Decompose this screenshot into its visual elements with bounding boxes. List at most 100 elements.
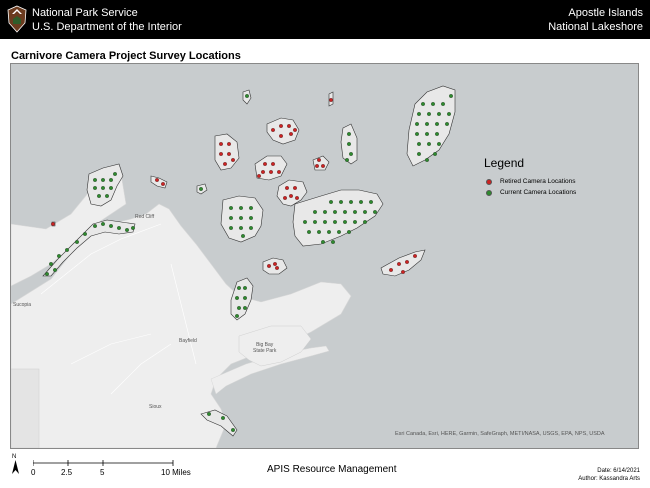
current-camera-point[interactable] [417,112,421,116]
retired-camera-point[interactable] [279,124,283,128]
retired-camera-point[interactable] [275,266,279,270]
current-camera-point[interactable] [333,210,337,214]
current-camera-point[interactable] [433,152,437,156]
map-canvas[interactable] [11,64,638,448]
retired-camera-point[interactable] [321,164,325,168]
retired-camera-point[interactable] [329,98,333,102]
current-camera-point[interactable] [435,132,439,136]
retired-camera-point[interactable] [261,170,265,174]
retired-camera-point[interactable] [277,170,281,174]
retired-camera-point[interactable] [223,162,227,166]
current-camera-point[interactable] [245,94,249,98]
current-camera-point[interactable] [353,220,357,224]
current-camera-point[interactable] [131,226,135,230]
retired-camera-point[interactable] [317,158,321,162]
current-camera-point[interactable] [323,210,327,214]
retired-camera-point[interactable] [285,186,289,190]
current-camera-point[interactable] [117,226,121,230]
current-camera-point[interactable] [347,230,351,234]
current-camera-point[interactable] [57,254,61,258]
retired-camera-point[interactable] [295,196,299,200]
current-camera-point[interactable] [237,306,241,310]
island-york[interactable] [150,175,168,189]
current-camera-point[interactable] [415,132,419,136]
current-camera-point[interactable] [445,122,449,126]
current-camera-point[interactable] [321,240,325,244]
current-camera-point[interactable] [199,187,203,191]
retired-camera-point[interactable] [263,162,267,166]
current-camera-point[interactable] [45,272,49,276]
current-camera-point[interactable] [207,412,211,416]
island-ironwood[interactable] [312,155,330,171]
retired-camera-point[interactable] [289,132,293,136]
current-camera-point[interactable] [435,122,439,126]
current-camera-point[interactable] [53,268,57,272]
current-camera-point[interactable] [109,224,113,228]
current-camera-point[interactable] [331,240,335,244]
current-camera-point[interactable] [93,186,97,190]
retired-camera-point[interactable] [267,264,271,268]
retired-camera-point[interactable] [279,134,283,138]
retired-camera-point[interactable] [227,152,231,156]
retired-camera-point[interactable] [269,170,273,174]
current-camera-point[interactable] [349,200,353,204]
island-rocky[interactable] [214,133,240,171]
current-camera-point[interactable] [337,230,341,234]
retired-camera-point[interactable] [283,196,287,200]
current-camera-point[interactable] [313,210,317,214]
current-camera-point[interactable] [75,240,79,244]
island-hermit[interactable] [262,257,288,275]
current-camera-point[interactable] [307,230,311,234]
current-camera-point[interactable] [427,112,431,116]
current-camera-point[interactable] [427,142,431,146]
island-outer[interactable] [406,85,456,167]
current-camera-point[interactable] [329,200,333,204]
retired-camera-point[interactable] [405,260,409,264]
current-camera-point[interactable] [363,220,367,224]
current-camera-point[interactable] [327,230,331,234]
current-camera-point[interactable] [113,172,117,176]
current-camera-point[interactable] [243,306,247,310]
current-camera-point[interactable] [373,210,377,214]
current-camera-point[interactable] [249,226,253,230]
current-camera-point[interactable] [125,228,129,232]
current-camera-point[interactable] [349,152,353,156]
current-camera-point[interactable] [237,286,241,290]
retired-camera-point[interactable] [219,142,223,146]
current-camera-point[interactable] [93,178,97,182]
current-camera-point[interactable] [101,186,105,190]
retired-camera-point[interactable] [293,128,297,132]
current-camera-point[interactable] [101,178,105,182]
current-camera-point[interactable] [303,220,307,224]
current-camera-point[interactable] [243,286,247,290]
current-camera-point[interactable] [437,142,441,146]
current-camera-point[interactable] [447,112,451,116]
current-camera-point[interactable] [347,142,351,146]
current-camera-point[interactable] [353,210,357,214]
current-camera-point[interactable] [235,296,239,300]
retired-camera-point[interactable] [51,222,55,226]
current-camera-point[interactable] [343,220,347,224]
current-camera-point[interactable] [249,216,253,220]
retired-camera-point[interactable] [273,262,277,266]
retired-camera-point[interactable] [401,270,405,274]
current-camera-point[interactable] [101,222,105,226]
current-camera-point[interactable] [425,122,429,126]
current-camera-point[interactable] [49,262,53,266]
current-camera-point[interactable] [437,112,441,116]
current-camera-point[interactable] [239,216,243,220]
retired-camera-point[interactable] [257,174,261,178]
map-frame[interactable]: Red Cliff Bayfield Big Bay State Park Si… [10,63,639,449]
current-camera-point[interactable] [97,194,101,198]
current-camera-point[interactable] [229,226,233,230]
current-camera-point[interactable] [417,152,421,156]
retired-camera-point[interactable] [155,178,159,182]
current-camera-point[interactable] [425,158,429,162]
current-camera-point[interactable] [221,416,225,420]
current-camera-point[interactable] [347,132,351,136]
retired-camera-point[interactable] [231,158,235,162]
current-camera-point[interactable] [109,186,113,190]
current-camera-point[interactable] [231,428,235,432]
current-camera-point[interactable] [313,220,317,224]
current-camera-point[interactable] [369,200,373,204]
